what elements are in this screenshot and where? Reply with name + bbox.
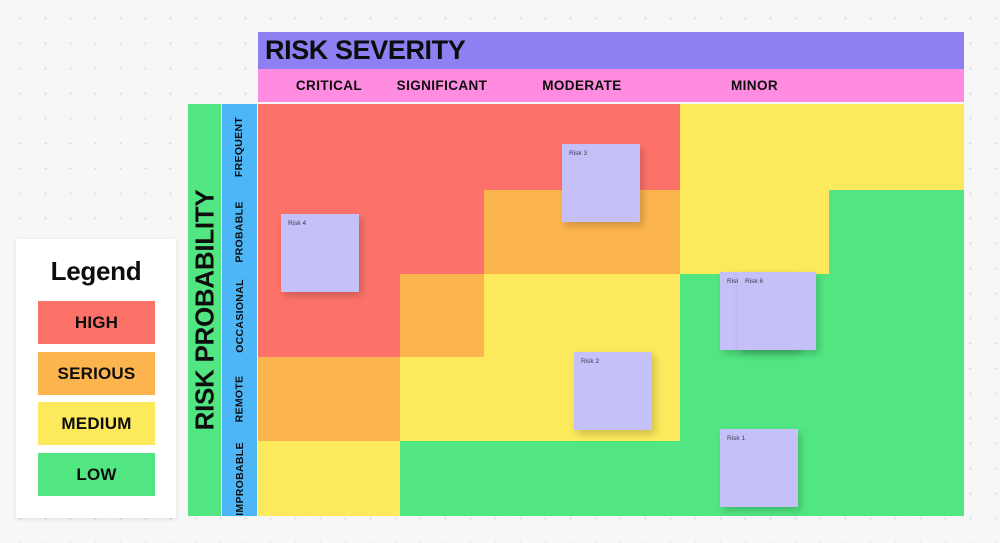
risk-probability-title: RISK PROBABILITY (189, 189, 220, 431)
legend-title: Legend (50, 256, 142, 286)
matrix-cell-r3-c3[interactable] (484, 274, 680, 357)
matrix-cell-r5-c3[interactable] (484, 441, 680, 516)
severity-column-label-bar: CRITICAL SIGNIFICANT MODERATE MINOR (258, 69, 964, 102)
matrix-cell-r5-c5[interactable] (829, 441, 964, 516)
probability-row-label-1: FREQUENT (222, 104, 257, 190)
probability-row-label-text: PROBABLE (233, 201, 246, 263)
matrix-cell-r1-c5[interactable] (829, 104, 964, 190)
legend-item-serious: SERIOUS (38, 352, 155, 395)
matrix-cell-r1-c1[interactable] (258, 104, 400, 190)
matrix-cell-r1-c4[interactable] (680, 104, 829, 190)
probability-row-label-bar: FREQUENT PROBABLE OCCASIONAL REMOTE IMPROBAB… (222, 104, 257, 516)
sticky-note[interactable]: Risk 6 (738, 272, 816, 350)
matrix-cell-r4-c5[interactable] (829, 357, 964, 441)
probability-row-label-4: REMOTE (222, 357, 257, 441)
legend-panel: Legend HIGH SERIOUS MEDIUM LOW (16, 239, 176, 518)
probability-row-label-3: OCCASIONAL (222, 274, 257, 357)
matrix-cell-r3-c2[interactable] (400, 274, 484, 357)
severity-column-label-2: SIGNIFICANT (396, 78, 488, 93)
legend-item-low: LOW (38, 453, 155, 496)
risk-severity-header-bar: RISK SEVERITY (258, 32, 964, 69)
probability-row-label-5: IMPROBABLE (222, 441, 257, 516)
risk-severity-title: RISK SEVERITY (265, 35, 466, 65)
sticky-note-label: Risk 2 (581, 358, 600, 365)
probability-row-label-text: IMPROBABLE (233, 441, 246, 516)
sticky-note[interactable]: Risk 2 (574, 352, 652, 430)
risk-matrix-board: RISK SEVERITY CRITICAL SIGNIFICANT MODERAT… (0, 0, 1000, 543)
matrix-cell-r2-c2[interactable] (400, 190, 484, 274)
sticky-note[interactable]: Risk 3 (562, 144, 640, 222)
matrix-cell-r4-c1[interactable] (258, 357, 400, 441)
probability-row-label-text: FREQUENT (233, 116, 246, 178)
matrix-cell-r5-c1[interactable] (258, 441, 400, 516)
sticky-note-label: Risk 4 (288, 220, 307, 227)
probability-row-label-2: PROBABLE (222, 190, 257, 274)
sticky-note-label: Risk 6 (745, 278, 764, 285)
matrix-cell-r3-c5[interactable] (829, 274, 964, 357)
legend-item-medium: MEDIUM (38, 402, 155, 445)
matrix-cell-r4-c2[interactable] (400, 357, 484, 441)
legend-item-high: HIGH (38, 301, 155, 344)
probability-row-label-text: OCCASIONAL (233, 278, 246, 353)
matrix-cell-r2-c4[interactable] (680, 190, 829, 274)
sticky-note-label: Risk 3 (569, 150, 588, 157)
probability-row-label-text: REMOTE (233, 375, 246, 423)
matrix-cell-r2-c5[interactable] (829, 190, 964, 274)
risk-probability-header-bar: RISK PROBABILITY (188, 104, 221, 516)
severity-column-label-4: MINOR (731, 78, 778, 93)
severity-column-label-1: CRITICAL (295, 78, 363, 93)
sticky-note-label: Risk 1 (727, 435, 746, 442)
matrix-cell-r1-c2[interactable] (400, 104, 484, 190)
severity-column-label-3: MODERATE (542, 78, 622, 93)
severity-column-label-5 (829, 69, 964, 102)
sticky-note[interactable]: Risk 1 (720, 429, 798, 507)
matrix-cell-r5-c2[interactable] (400, 441, 484, 516)
sticky-note[interactable]: Risk 4 (281, 214, 359, 292)
